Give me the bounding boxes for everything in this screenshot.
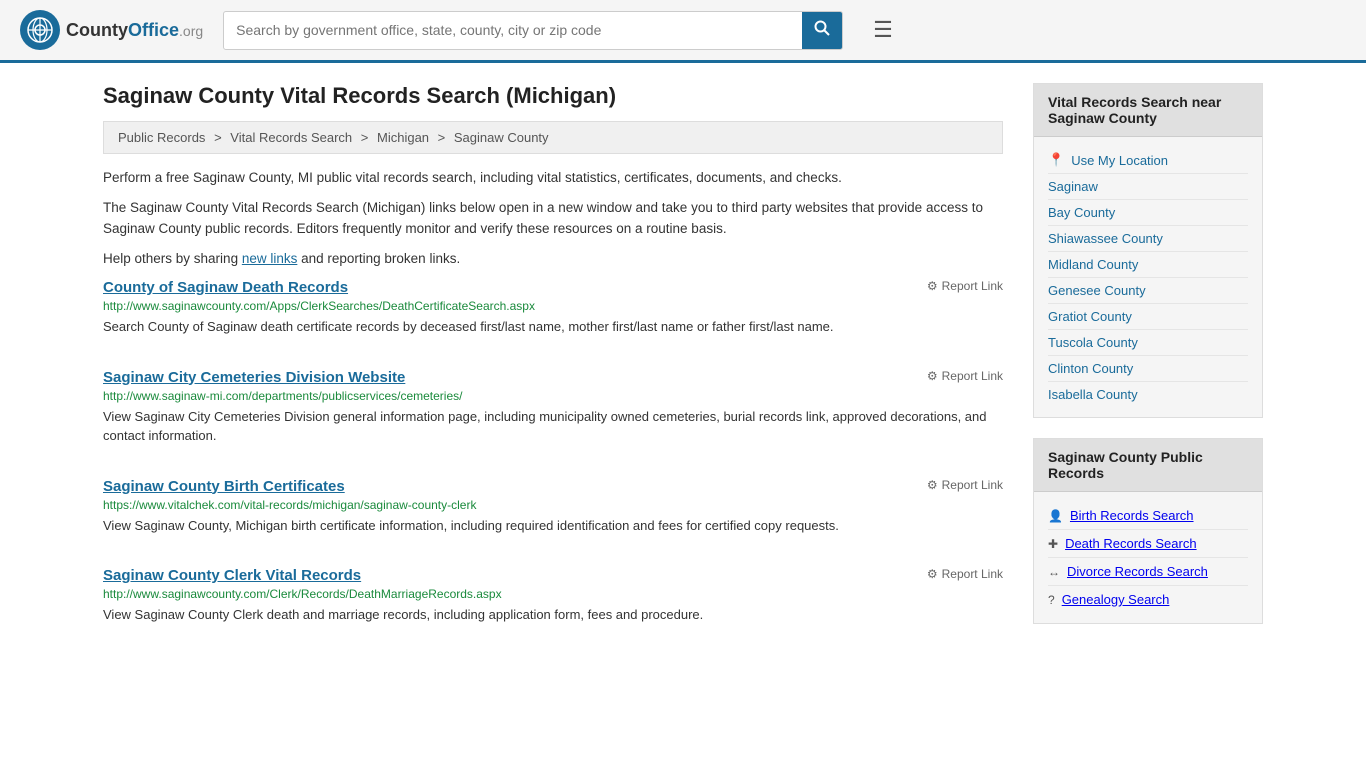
- result-url[interactable]: http://www.saginaw-mi.com/departments/pu…: [103, 389, 1003, 403]
- sidebar-item-midland[interactable]: Midland County: [1048, 252, 1248, 278]
- sidebar: Vital Records Search near Saginaw County…: [1033, 83, 1263, 657]
- result-item: Saginaw County Clerk Vital Records ⚙ Rep…: [103, 567, 1003, 635]
- result-title[interactable]: County of Saginaw Death Records: [103, 279, 348, 296]
- search-input[interactable]: [224, 14, 802, 46]
- divorce-icon: ↔: [1048, 565, 1060, 579]
- result-item: Saginaw City Cemeteries Division Website…: [103, 369, 1003, 456]
- result-item: Saginaw County Birth Certificates ⚙ Repo…: [103, 478, 1003, 546]
- report-link[interactable]: ⚙ Report Link: [927, 567, 1003, 581]
- result-title[interactable]: Saginaw County Clerk Vital Records: [103, 567, 361, 584]
- report-icon: ⚙: [927, 478, 938, 492]
- page-container: Saginaw County Vital Records Search (Mic…: [83, 63, 1283, 677]
- divorce-records-link[interactable]: ↔ Divorce Records Search: [1048, 558, 1248, 586]
- nearby-title: Vital Records Search near Saginaw County: [1034, 84, 1262, 137]
- result-desc: View Saginaw County Clerk death and marr…: [103, 605, 1003, 625]
- result-desc: Search County of Saginaw death certifica…: [103, 317, 1003, 337]
- report-link[interactable]: ⚙ Report Link: [927, 369, 1003, 383]
- result-url[interactable]: http://www.saginawcounty.com/Clerk/Recor…: [103, 587, 1003, 601]
- description-3: Help others by sharing new links and rep…: [103, 249, 1003, 269]
- menu-button[interactable]: ☰: [873, 17, 893, 43]
- use-location-button[interactable]: 📍 Use My Location: [1048, 147, 1248, 174]
- result-header: County of Saginaw Death Records ⚙ Report…: [103, 279, 1003, 296]
- genealogy-icon: ?: [1048, 593, 1055, 607]
- breadcrumb-michigan[interactable]: Michigan: [377, 130, 429, 145]
- new-links-link[interactable]: new links: [242, 251, 298, 266]
- result-url[interactable]: https://www.vitalchek.com/vital-records/…: [103, 498, 1003, 512]
- report-icon: ⚙: [927, 567, 938, 581]
- sidebar-item-shiawassee[interactable]: Shiawassee County: [1048, 226, 1248, 252]
- report-link[interactable]: ⚙ Report Link: [927, 279, 1003, 293]
- public-records-section: Saginaw County Public Records 👤 Birth Re…: [1033, 438, 1263, 624]
- result-url[interactable]: http://www.saginawcounty.com/Apps/ClerkS…: [103, 299, 1003, 313]
- description-2: The Saginaw County Vital Records Search …: [103, 198, 1003, 239]
- breadcrumb-vital-records[interactable]: Vital Records Search: [230, 130, 352, 145]
- header: CountyOffice.org ☰: [0, 0, 1366, 63]
- public-records-title: Saginaw County Public Records: [1034, 439, 1262, 492]
- main-content: Saginaw County Vital Records Search (Mic…: [103, 83, 1003, 657]
- nearby-section: Vital Records Search near Saginaw County…: [1033, 83, 1263, 418]
- search-bar[interactable]: [223, 11, 843, 50]
- description-1: Perform a free Saginaw County, MI public…: [103, 168, 1003, 188]
- sidebar-item-clinton[interactable]: Clinton County: [1048, 356, 1248, 382]
- death-records-link[interactable]: ✚ Death Records Search: [1048, 530, 1248, 558]
- result-desc: View Saginaw City Cemeteries Division ge…: [103, 407, 1003, 446]
- sidebar-item-saginaw[interactable]: Saginaw: [1048, 174, 1248, 200]
- report-icon: ⚙: [927, 369, 938, 383]
- logo-text: CountyOffice.org: [66, 20, 203, 41]
- result-header: Saginaw County Birth Certificates ⚙ Repo…: [103, 478, 1003, 495]
- sidebar-item-tuscola[interactable]: Tuscola County: [1048, 330, 1248, 356]
- report-icon: ⚙: [927, 279, 938, 293]
- public-records-body: 👤 Birth Records Search ✚ Death Records S…: [1034, 492, 1262, 623]
- sidebar-item-gratiot[interactable]: Gratiot County: [1048, 304, 1248, 330]
- genealogy-records-link[interactable]: ? Genealogy Search: [1048, 586, 1248, 613]
- search-button[interactable]: [802, 12, 842, 49]
- breadcrumb-county: Saginaw County: [454, 130, 549, 145]
- page-title: Saginaw County Vital Records Search (Mic…: [103, 83, 1003, 109]
- death-icon: ✚: [1048, 537, 1058, 551]
- breadcrumb: Public Records > Vital Records Search > …: [103, 121, 1003, 154]
- result-desc: View Saginaw County, Michigan birth cert…: [103, 516, 1003, 536]
- sidebar-item-bay[interactable]: Bay County: [1048, 200, 1248, 226]
- result-header: Saginaw County Clerk Vital Records ⚙ Rep…: [103, 567, 1003, 584]
- location-icon: 📍: [1048, 152, 1064, 168]
- report-link[interactable]: ⚙ Report Link: [927, 478, 1003, 492]
- sidebar-item-isabella[interactable]: Isabella County: [1048, 382, 1248, 407]
- result-item: County of Saginaw Death Records ⚙ Report…: [103, 279, 1003, 347]
- logo-icon: [20, 10, 60, 50]
- logo[interactable]: CountyOffice.org: [20, 10, 203, 50]
- nearby-body: 📍 Use My Location Saginaw Bay County Shi…: [1034, 137, 1262, 417]
- breadcrumb-public-records[interactable]: Public Records: [118, 130, 205, 145]
- result-title[interactable]: Saginaw City Cemeteries Division Website: [103, 369, 405, 386]
- result-header: Saginaw City Cemeteries Division Website…: [103, 369, 1003, 386]
- sidebar-item-genesee[interactable]: Genesee County: [1048, 278, 1248, 304]
- birth-records-link[interactable]: 👤 Birth Records Search: [1048, 502, 1248, 530]
- result-title[interactable]: Saginaw County Birth Certificates: [103, 478, 345, 495]
- birth-icon: 👤: [1048, 509, 1063, 523]
